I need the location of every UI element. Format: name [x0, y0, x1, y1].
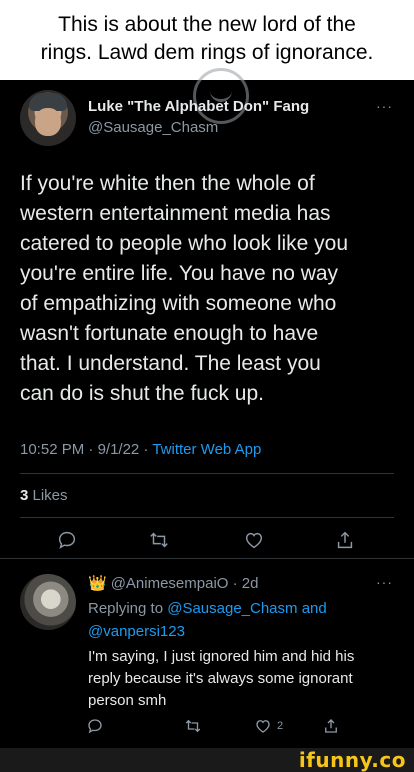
reply-header: 👑 @AnimesempaiO · 2d: [88, 574, 259, 592]
mention-link[interactable]: @vanpersi123: [88, 623, 185, 640]
replying-prefix: Replying to: [88, 600, 168, 617]
avatar[interactable]: [20, 574, 76, 630]
face-shape: [35, 108, 61, 136]
like-count: 2: [277, 720, 284, 732]
meta-separator: ·: [84, 441, 98, 458]
tweet-source-app[interactable]: Twitter Web App: [152, 441, 261, 458]
replying-and: and: [297, 600, 327, 617]
reply-handle[interactable]: @AnimesempaiO: [111, 575, 229, 592]
retweet-icon[interactable]: [148, 529, 170, 551]
caption-line-1: This is about the new lord of the: [58, 13, 356, 36]
user-handle[interactable]: @Sausage_Chasm: [88, 119, 218, 136]
replying-to: Replying to @Sausage_Chasm and @vanpersi1…: [88, 597, 388, 643]
reply-text: I'm saying, I just ignored him and hid h…: [88, 648, 355, 709]
reply-icon[interactable]: [56, 529, 78, 551]
tweet-time[interactable]: 10:52 PM: [20, 441, 84, 458]
tweet-actions: [0, 529, 414, 557]
watermark-footer: ifunny.co: [0, 748, 414, 772]
meta-separator: ·: [139, 441, 153, 458]
brand-logo: ifunny.co: [298, 748, 406, 772]
divider: [20, 473, 394, 474]
share-icon[interactable]: [322, 717, 340, 735]
likes-label: Likes: [28, 487, 68, 504]
avatar[interactable]: [20, 90, 76, 146]
reply-age[interactable]: · 2d: [233, 575, 259, 592]
more-options-icon[interactable]: ···: [376, 98, 393, 114]
reply-tweet: 👑 @AnimesempaiO · 2d ··· Replying to @Sau…: [0, 560, 414, 748]
caption-line-2: rings. Lawd dem rings of ignorance.: [40, 41, 374, 64]
retweet-icon[interactable]: [184, 717, 202, 735]
like-icon[interactable]: [254, 717, 272, 735]
tweet-meta: 10:52 PM · 9/1/22 · Twitter Web App: [20, 441, 261, 458]
tweet-text: If you're white then the whole of wester…: [20, 172, 349, 405]
display-name[interactable]: Luke "The Alphabet Don" Fang: [88, 98, 309, 115]
more-options-icon[interactable]: ···: [376, 574, 393, 590]
main-tweet: Luke "The Alphabet Don" Fang @Sausage_Ch…: [0, 68, 414, 560]
tweet-date[interactable]: 9/1/22: [98, 441, 140, 458]
watermark-icon: [193, 68, 249, 124]
reply-actions: 2: [0, 717, 414, 739]
crown-icon: 👑: [88, 575, 107, 592]
likes-count[interactable]: 3 Likes: [20, 487, 68, 504]
like-icon[interactable]: [243, 529, 265, 551]
divider: [20, 517, 394, 518]
meme-caption: This is about the new lord of the rings.…: [0, 0, 414, 80]
reply-icon[interactable]: [86, 717, 104, 735]
divider: [0, 558, 414, 559]
share-icon[interactable]: [334, 529, 356, 551]
mention-link[interactable]: @Sausage_Chasm: [167, 600, 297, 617]
